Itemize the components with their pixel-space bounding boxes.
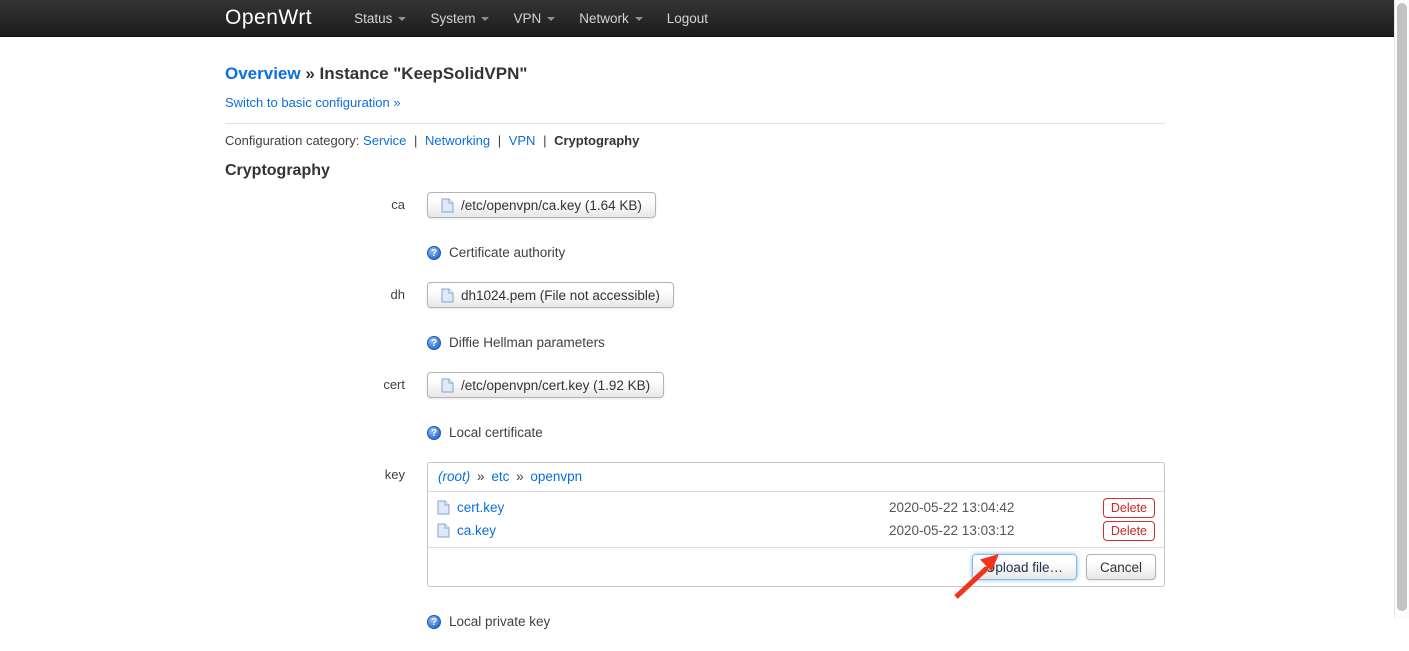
page-title: Overview » Instance "KeepSolidVPN"	[225, 64, 1165, 84]
nav-item-label: Status	[354, 11, 392, 26]
cert-file-button-label: /etc/openvpn/cert.key (1.92 KB)	[461, 378, 650, 393]
field-key: key (root) » etc » openvpn	[225, 462, 1165, 629]
category-separator: |	[494, 133, 505, 148]
key-description-text: Local private key	[449, 614, 550, 629]
nav-item-system[interactable]: System	[418, 0, 501, 37]
breadcrumb-openvpn-link[interactable]: openvpn	[530, 469, 582, 484]
category-separator: |	[410, 133, 421, 148]
scrollbar-thumb[interactable]	[1397, 3, 1407, 611]
category-link-service[interactable]: Service	[363, 133, 406, 148]
ca-file-button-label: /etc/openvpn/ca.key (1.64 KB)	[461, 198, 642, 213]
dh-file-button-label: dh1024.pem (File not accessible)	[461, 288, 660, 303]
top-navbar: OpenWrt Status System VPN Network Logout	[0, 0, 1394, 37]
chevron-down-icon	[547, 17, 555, 21]
file-browser-breadcrumb: (root) » etc » openvpn	[428, 463, 1164, 492]
vertical-scrollbar[interactable]	[1394, 0, 1409, 618]
annotation-arrow	[945, 547, 1007, 601]
category-link-networking[interactable]: Networking	[425, 133, 490, 148]
file-link-certkey[interactable]: cert.key	[457, 500, 504, 515]
section-heading: Cryptography	[225, 162, 1165, 180]
cert-description-text: Local certificate	[449, 425, 543, 440]
field-dh: dh dh1024.pem (File not accessible) ? Di…	[225, 282, 1165, 350]
file-icon	[437, 500, 450, 515]
nav-item-vpn[interactable]: VPN	[501, 0, 567, 37]
file-browser-panel: (root) » etc » openvpn	[427, 462, 1165, 587]
file-icon	[441, 378, 454, 393]
dh-description: ? Diffie Hellman parameters	[427, 335, 1165, 350]
navbar-menu: Status System VPN Network Logout	[342, 0, 720, 37]
chevron-down-icon	[481, 17, 489, 21]
file-row: ca.key 2020-05-22 13:03:12 Delete	[428, 519, 1164, 542]
help-icon: ?	[427, 426, 441, 440]
nav-item-network[interactable]: Network	[567, 0, 655, 37]
nav-item-label: Logout	[667, 11, 708, 26]
field-cert: cert /etc/openvpn/cert.key (1.92 KB) ? L…	[225, 372, 1165, 440]
nav-item-label: Network	[579, 11, 629, 26]
field-label-dh: dh	[225, 282, 405, 350]
file-modified-time: 2020-05-22 13:04:42	[889, 500, 1103, 515]
overview-breadcrumb-link[interactable]: Overview	[225, 64, 301, 83]
main-content: Overview » Instance "KeepSolidVPN" Switc…	[225, 37, 1165, 651]
file-modified-time: 2020-05-22 13:03:12	[889, 523, 1103, 538]
delete-cakey-button[interactable]: Delete	[1103, 521, 1155, 541]
file-row: cert.key 2020-05-22 13:04:42 Delete	[428, 496, 1164, 519]
help-icon: ?	[427, 615, 441, 629]
ca-description: ? Certificate authority	[427, 245, 1165, 260]
category-active-cryptography: Cryptography	[554, 133, 639, 148]
field-ca: ca /etc/openvpn/ca.key (1.64 KB) ? Certi…	[225, 192, 1165, 260]
configuration-category: Configuration category: Service | Networ…	[225, 133, 1165, 148]
field-label-ca: ca	[225, 192, 405, 260]
cryptography-form: ca /etc/openvpn/ca.key (1.64 KB) ? Certi…	[225, 192, 1165, 629]
chevron-down-icon	[398, 17, 406, 21]
field-label-cert: cert	[225, 372, 405, 440]
category-link-vpn[interactable]: VPN	[509, 133, 536, 148]
dh-description-text: Diffie Hellman parameters	[449, 335, 605, 350]
cert-description: ? Local certificate	[427, 425, 1165, 440]
chevron-down-icon	[635, 17, 643, 21]
nav-item-label: System	[430, 11, 475, 26]
cancel-button[interactable]: Cancel	[1086, 554, 1156, 580]
nav-item-status[interactable]: Status	[342, 0, 418, 37]
ca-description-text: Certificate authority	[449, 245, 565, 260]
cert-file-button[interactable]: /etc/openvpn/cert.key (1.92 KB)	[427, 372, 664, 398]
help-icon: ?	[427, 246, 441, 260]
help-icon: ?	[427, 336, 441, 350]
nav-item-logout[interactable]: Logout	[655, 0, 720, 37]
delete-certkey-button[interactable]: Delete	[1103, 498, 1155, 518]
file-link-cakey[interactable]: ca.key	[457, 523, 496, 538]
title-separator: »	[305, 64, 314, 83]
file-icon	[441, 288, 454, 303]
breadcrumb-separator: »	[513, 469, 527, 484]
instance-title: Instance "KeepSolidVPN"	[320, 64, 528, 83]
divider	[225, 123, 1165, 124]
category-label: Configuration category:	[225, 133, 359, 148]
field-label-key: key	[225, 462, 405, 629]
nav-item-label: VPN	[513, 11, 541, 26]
breadcrumb-etc-link[interactable]: etc	[491, 469, 509, 484]
file-browser-footer: Upload file… Cancel	[428, 547, 1164, 586]
ca-file-button[interactable]: /etc/openvpn/ca.key (1.64 KB)	[427, 192, 656, 218]
file-list: cert.key 2020-05-22 13:04:42 Delete	[428, 492, 1164, 547]
breadcrumb-root-link[interactable]: (root)	[438, 469, 470, 484]
openwrt-brand[interactable]: OpenWrt	[225, 6, 312, 30]
file-icon	[441, 198, 454, 213]
breadcrumb-separator: »	[474, 469, 488, 484]
switch-basic-config-link[interactable]: Switch to basic configuration »	[225, 95, 401, 110]
category-separator: |	[539, 133, 550, 148]
key-description: ? Local private key	[427, 614, 1165, 629]
dh-file-button[interactable]: dh1024.pem (File not accessible)	[427, 282, 674, 308]
file-icon	[437, 523, 450, 538]
